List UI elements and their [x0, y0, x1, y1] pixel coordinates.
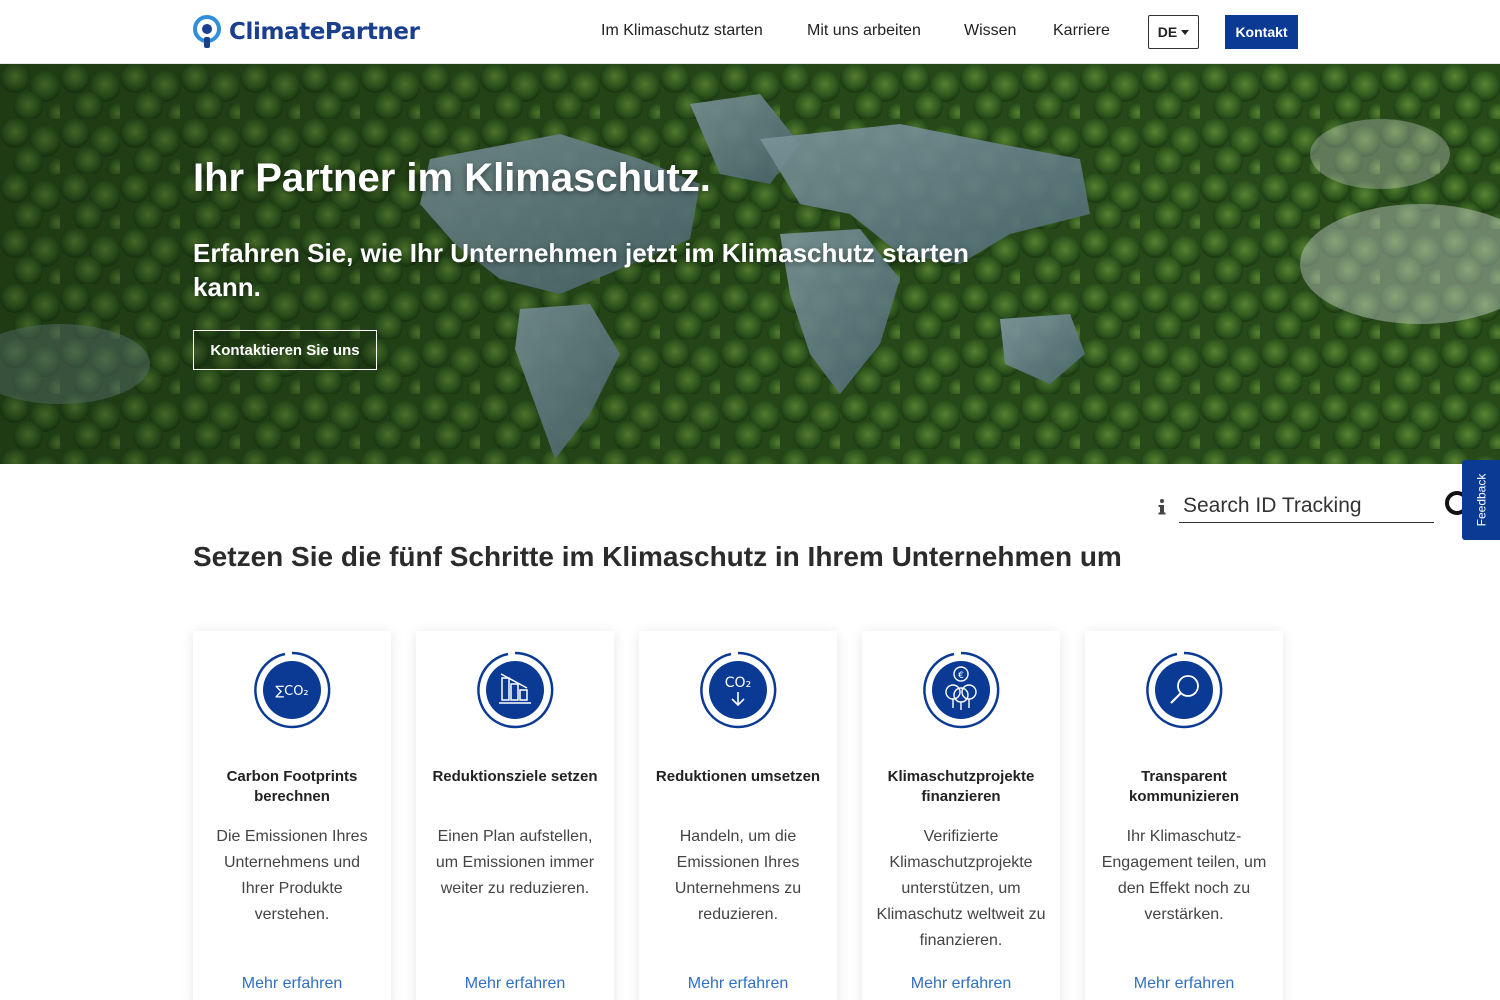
step-card-finance-projects: € Klimaschutzprojekte finanzieren Verifi…	[862, 631, 1060, 1000]
learn-more-link[interactable]: Mehr erfahren	[1085, 975, 1283, 993]
search-id-tracking-input[interactable]	[1179, 490, 1434, 523]
hero-title: Ihr Partner im Klimaschutz.	[193, 156, 711, 200]
card-description: Einen Plan aufstellen, um Emissionen imm…	[435, 828, 595, 897]
info-icon[interactable]	[1157, 498, 1167, 516]
feedback-label: Feedback	[1474, 473, 1489, 527]
nav-im-klimaschutz-starten[interactable]: Im Klimaschutz starten	[601, 22, 763, 40]
learn-more-link[interactable]: Mehr erfahren	[416, 975, 614, 993]
learn-more-link[interactable]: Mehr erfahren	[193, 975, 391, 993]
step-card-reduction-targets: Reduktionsziele setzen Einen Plan aufste…	[416, 631, 614, 1000]
svg-text:CO₂: CO₂	[725, 675, 751, 691]
language-dropdown[interactable]: DE	[1148, 15, 1199, 49]
svg-text:€: €	[958, 671, 964, 681]
card-title: Transparent kommunizieren	[1128, 768, 1240, 805]
svg-text:∑CO₂: ∑CO₂	[275, 684, 308, 699]
climatepartner-logo-icon	[193, 15, 223, 49]
logo-text: ClimatePartner	[229, 19, 420, 45]
nav-karriere[interactable]: Karriere	[1053, 22, 1110, 40]
card-title: Reduktionsziele setzen	[432, 768, 598, 785]
site-header: ClimatePartner Im Klimaschutz starten Mi…	[0, 0, 1500, 64]
hero-subtitle: Erfahren Sie, wie Ihr Unternehmen jetzt …	[193, 238, 969, 302]
feedback-tab[interactable]: Feedback	[1462, 460, 1500, 540]
contact-button[interactable]: Kontakt	[1225, 15, 1298, 49]
step-card-carbon-footprints: ∑CO₂ Carbon Footprints berechnen Die Emi…	[193, 631, 391, 1000]
nav-mit-uns-arbeiten[interactable]: Mit uns arbeiten	[807, 22, 921, 40]
sigma-co2-icon: ∑CO₂	[252, 650, 332, 730]
euro-trees-icon: €	[921, 650, 1001, 730]
step-card-communicate: Transparent kommunizieren Ihr Klimaschut…	[1085, 631, 1283, 1000]
card-description: Handeln, um die Emissionen Ihres Unterne…	[674, 828, 802, 923]
section-title: Setzen Sie die fünf Schritte im Klimasch…	[193, 541, 1122, 572]
chevron-down-icon	[1181, 29, 1190, 35]
step-card-implement-reductions: CO₂ Reduktionen umsetzen Handeln, um die…	[639, 631, 837, 1000]
nav-wissen[interactable]: Wissen	[964, 22, 1016, 40]
card-description: Ihr Klimaschutz-Engagement teilen, um de…	[1101, 828, 1267, 923]
logo[interactable]: ClimatePartner	[193, 14, 420, 50]
language-label: DE	[1157, 24, 1178, 40]
contact-us-button[interactable]: Kontaktieren Sie uns	[193, 330, 377, 370]
card-description: Verifizierte Klimaschutzprojekte unterst…	[876, 828, 1046, 949]
card-title: Carbon Footprints berechnen	[226, 768, 358, 805]
card-title: Klimaschutzprojekte finanzieren	[887, 768, 1035, 805]
magnifier-icon	[1144, 650, 1224, 730]
card-title: Reduktionen umsetzen	[655, 768, 821, 785]
hero-banner: Ihr Partner im Klimaschutz. Erfahren Sie…	[0, 64, 1500, 464]
learn-more-link[interactable]: Mehr erfahren	[862, 975, 1060, 993]
learn-more-link[interactable]: Mehr erfahren	[639, 975, 837, 993]
co2-down-arrow-icon: CO₂	[698, 650, 778, 730]
declining-bars-icon	[475, 650, 555, 730]
card-description: Die Emissionen Ihres Unternehmens und Ih…	[216, 828, 368, 923]
